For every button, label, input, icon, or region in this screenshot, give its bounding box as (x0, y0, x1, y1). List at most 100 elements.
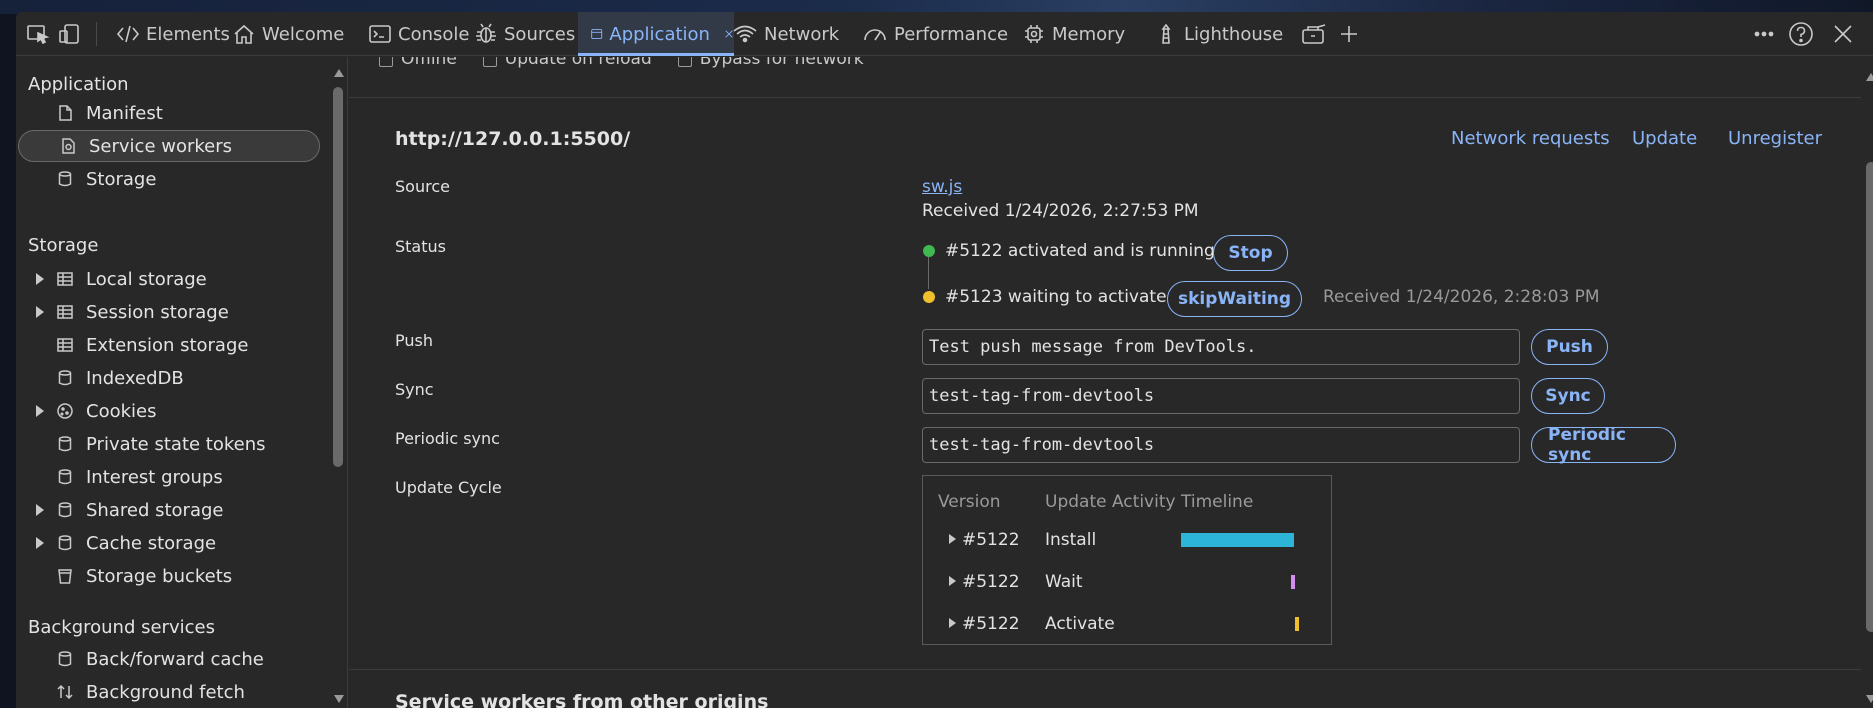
sidebar-item-label: Storage (86, 168, 157, 190)
sidebar-item-manifest[interactable]: Manifest (16, 97, 320, 129)
sidebar-item-label: Local storage (86, 268, 207, 290)
bypass-for-network-checkbox[interactable]: Bypass for network (677, 57, 864, 69)
expand-row-icon[interactable] (949, 618, 956, 628)
divider (349, 97, 1861, 98)
unregister-link[interactable]: Unregister (1728, 128, 1822, 149)
tab-memory[interactable]: Memory (1022, 12, 1125, 56)
sidebar-item-local-storage[interactable]: Local storage (16, 263, 320, 295)
tab-label: Application (609, 23, 710, 45)
devtools-toolbar: Elements Welcome Console Sources Applica… (16, 12, 1873, 56)
tab-elements[interactable]: Elements (116, 12, 230, 56)
service-workers-panel: Offline Update on reload Bypass for netw… (349, 57, 1873, 708)
sidebar-item-storage-overview[interactable]: Storage (16, 163, 320, 195)
waiting-status-text: #5123 waiting to activate (945, 287, 1167, 307)
divider (349, 669, 1861, 670)
install-timeline-bar (1181, 533, 1294, 547)
add-tab-icon[interactable] (1338, 12, 1360, 56)
expand-arrow-icon[interactable] (36, 273, 44, 285)
periodic-sync-button[interactable]: Periodic sync (1531, 425, 1676, 465)
database-icon (56, 650, 74, 668)
row-activity: Wait (1045, 572, 1083, 592)
offline-checkbox[interactable]: Offline (379, 57, 457, 69)
expand-arrow-icon[interactable] (36, 306, 44, 318)
sync-tag-input[interactable]: test-tag-from-devtools (922, 378, 1520, 414)
sidebar-item-label: Cookies (86, 400, 157, 422)
push-message-input[interactable]: Test push message from DevTools. (922, 329, 1520, 365)
sidebar-item-label: IndexedDB (86, 367, 184, 389)
source-received: Received 1/24/2026, 2:27:53 PM (922, 201, 1199, 221)
grid-icon (56, 270, 74, 288)
tab-network[interactable]: Network (732, 12, 839, 56)
update-on-reload-checkbox[interactable]: Update on reload (482, 57, 652, 69)
sidebar-scroll-down-icon[interactable] (334, 695, 344, 703)
tab-label: Performance (894, 23, 1009, 45)
tab-lighthouse[interactable]: Lighthouse (1154, 12, 1283, 56)
update-link[interactable]: Update (1632, 128, 1697, 149)
tab-welcome[interactable]: Welcome (232, 12, 344, 56)
row-activity: Install (1045, 530, 1097, 550)
tab-label: Welcome (262, 23, 345, 45)
sidebar-item-background-fetch[interactable]: Background fetch (16, 676, 320, 708)
sidebar-item-private-state-tokens[interactable]: Private state tokens (16, 428, 320, 460)
stop-button[interactable]: Stop (1213, 235, 1288, 271)
expand-row-icon[interactable] (949, 534, 956, 544)
source-file-link[interactable]: sw.js (922, 177, 962, 197)
checkbox-box[interactable] (482, 57, 497, 67)
sidebar-item-session-storage[interactable]: Session storage (16, 296, 320, 328)
sync-button[interactable]: Sync (1531, 378, 1605, 414)
home-icon (234, 24, 254, 44)
skip-waiting-button[interactable]: skipWaiting (1167, 281, 1302, 317)
more-tools-icon[interactable] (1300, 12, 1330, 56)
more-options-icon[interactable] (1752, 12, 1776, 56)
checkbox-label: Update on reload (504, 57, 652, 69)
tab-console[interactable]: Console (368, 12, 469, 56)
sidebar-item-storage-buckets[interactable]: Storage buckets (16, 560, 320, 592)
device-toolbar-icon[interactable] (58, 12, 88, 56)
help-icon[interactable] (1788, 12, 1814, 56)
chip-icon (1025, 25, 1043, 43)
sidebar-item-cache-storage[interactable]: Cache storage (16, 527, 320, 559)
periodic-sync-tag-input[interactable]: test-tag-from-devtools (922, 427, 1520, 463)
wifi-icon (733, 25, 757, 43)
checkbox-box[interactable] (677, 57, 692, 67)
active-tab-underline (578, 53, 734, 56)
tab-application[interactable]: Application (578, 12, 734, 56)
document-icon (56, 104, 74, 122)
waiting-status-dot (923, 291, 935, 303)
status-label: Status (395, 237, 446, 256)
sidebar: Application Manifest Service workers Sto… (16, 57, 348, 708)
running-status-text: #5122 activated and is running (945, 241, 1215, 261)
sidebar-item-back-forward-cache[interactable]: Back/forward cache (16, 643, 320, 675)
sidebar-item-extension-storage[interactable]: Extension storage (16, 329, 320, 361)
row-version: #5122 (962, 572, 1020, 592)
sidebar-scrollbar-thumb[interactable] (333, 87, 343, 467)
expand-arrow-icon[interactable] (36, 405, 44, 417)
network-requests-link[interactable]: Network requests (1451, 128, 1610, 149)
checkbox-box[interactable] (379, 57, 393, 67)
database-icon (56, 501, 74, 519)
expand-arrow-icon[interactable] (36, 537, 44, 549)
sidebar-item-interest-groups[interactable]: Interest groups (16, 461, 320, 493)
expand-row-icon[interactable] (949, 576, 956, 586)
tab-performance[interactable]: Performance (862, 12, 1008, 56)
inspect-element-icon[interactable] (26, 12, 56, 56)
tab-sources[interactable]: Sources (474, 12, 575, 56)
sidebar-item-shared-storage[interactable]: Shared storage (16, 494, 320, 526)
sidebar-item-cookies[interactable]: Cookies (16, 395, 320, 427)
sidebar-item-service-workers[interactable]: Service workers (18, 130, 320, 162)
main-scroll-up-icon[interactable] (1866, 73, 1873, 81)
main-scrollbar-thumb[interactable] (1866, 162, 1873, 632)
sync-label: Sync (395, 380, 434, 399)
sidebar-item-label: Private state tokens (86, 433, 266, 455)
sidebar-item-label: Session storage (86, 301, 229, 323)
sidebar-item-indexeddb[interactable]: IndexedDB (16, 362, 320, 394)
tab-label: Lighthouse (1184, 23, 1284, 45)
close-devtools-icon[interactable] (1832, 12, 1854, 56)
grid-icon (56, 303, 74, 321)
push-button[interactable]: Push (1531, 329, 1608, 365)
worker-origin: http://127.0.0.1:5500/ (395, 128, 631, 150)
main-scroll-down-icon[interactable] (1866, 695, 1873, 703)
tab-label: Sources (504, 23, 576, 45)
sidebar-scroll-up-icon[interactable] (334, 69, 344, 77)
expand-arrow-icon[interactable] (36, 504, 44, 516)
